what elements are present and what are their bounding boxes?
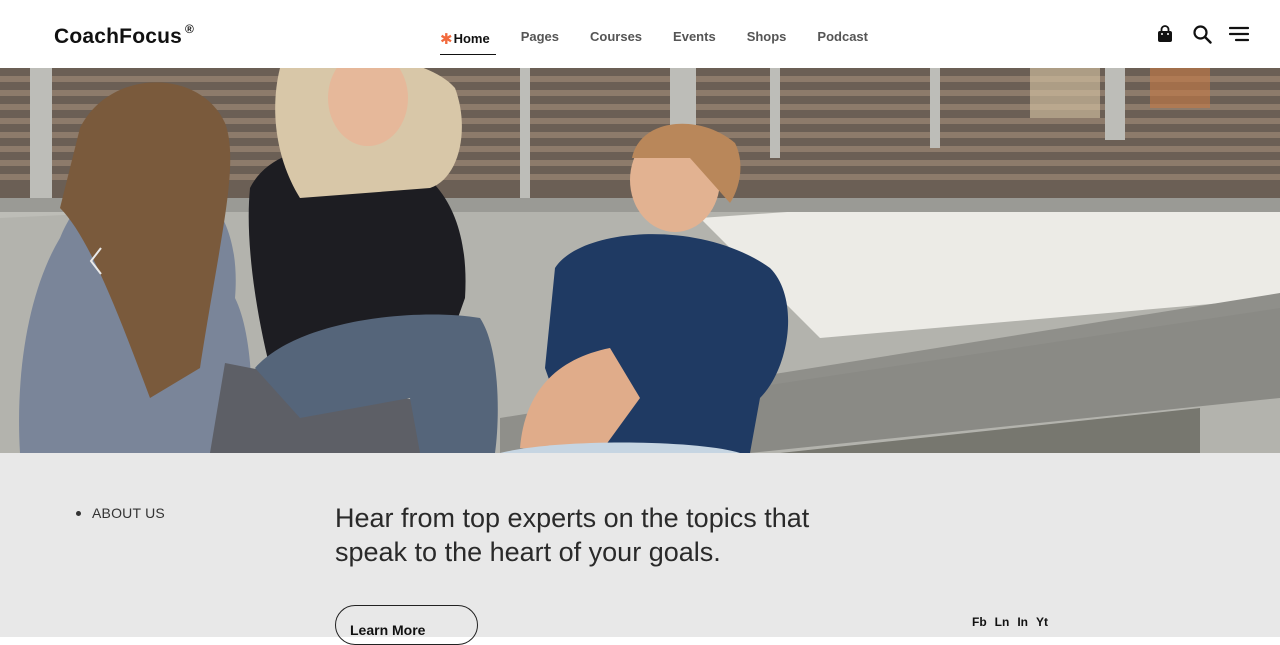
social-link-linkedin[interactable]: Ln: [995, 615, 1010, 629]
nav-item-courses[interactable]: Courses: [590, 29, 642, 53]
registered-mark: ®: [185, 22, 195, 36]
side-menu-item-about-us[interactable]: ABOUT US: [76, 505, 165, 521]
brand-name: CoachFocus: [54, 25, 183, 48]
menu-icon[interactable]: [1228, 24, 1250, 44]
nav-item-label: Home: [453, 31, 490, 46]
chevron-left-icon[interactable]: [88, 246, 104, 276]
nav-item-podcast[interactable]: Podcast: [817, 29, 868, 53]
intro-section: ABOUT US Hear from top experts on the to…: [0, 453, 1280, 645]
learn-more-button[interactable]: Learn More: [335, 605, 478, 645]
social-link-facebook[interactable]: Fb: [972, 615, 987, 629]
main-nav: ✱Home Pages Courses Events Shops Podcast: [440, 29, 899, 55]
bag-icon[interactable]: [1155, 24, 1175, 44]
hero-image: [0, 68, 1280, 453]
nav-item-shops[interactable]: Shops: [747, 29, 787, 53]
brand-logo[interactable]: CoachFocus ®: [54, 22, 195, 49]
nav-item-events[interactable]: Events: [673, 29, 716, 53]
section-headline: Hear from top experts on the topics that…: [335, 503, 810, 567]
social-link-youtube[interactable]: Yt: [1036, 615, 1048, 629]
site-header: CoachFocus ® ✱Home Pages Courses Events S…: [0, 0, 1280, 68]
nav-item-pages[interactable]: Pages: [521, 29, 559, 53]
side-menu: ABOUT US: [76, 505, 165, 521]
header-actions: [1138, 24, 1250, 44]
social-links: Fb Ln In Yt: [972, 615, 1056, 629]
search-icon[interactable]: [1192, 24, 1212, 44]
social-link-instagram[interactable]: In: [1017, 615, 1028, 629]
nav-item-home[interactable]: ✱Home: [440, 29, 496, 55]
hero-slider: [0, 68, 1280, 453]
asterisk-icon: ✱: [440, 31, 453, 48]
